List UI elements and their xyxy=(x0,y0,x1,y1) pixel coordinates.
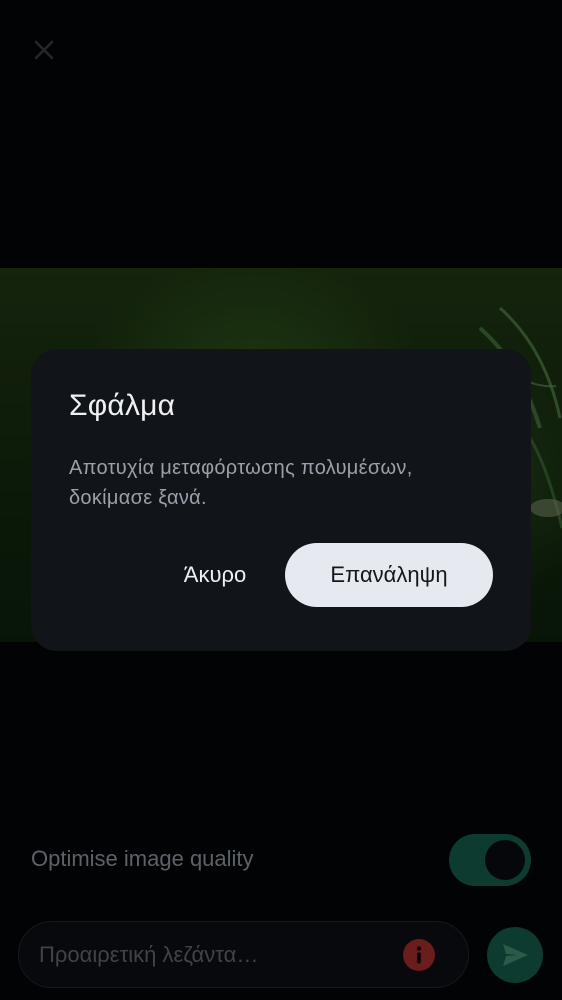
caption-input[interactable] xyxy=(37,922,411,988)
optimise-quality-toggle[interactable] xyxy=(449,834,531,886)
send-icon xyxy=(503,944,528,966)
toggle-thumb xyxy=(485,840,525,880)
optimise-quality-label: Optimise image quality xyxy=(31,846,254,871)
cancel-button[interactable]: Άκυρο xyxy=(161,543,269,607)
send-button[interactable] xyxy=(487,927,543,983)
caption-field xyxy=(18,921,469,988)
retry-button[interactable]: Επανάληψη xyxy=(285,543,493,607)
error-icon xyxy=(403,939,435,971)
dialog-title: Σφάλμα xyxy=(69,389,176,422)
optimise-quality-row: Optimise image quality xyxy=(31,832,531,888)
error-dialog: Σφάλμα Αποτυχία μεταφόρτωσης πολυμέσων, … xyxy=(31,349,531,651)
dialog-message: Αποτυχία μεταφόρτωσης πολυμέσων, δοκίμασ… xyxy=(69,457,413,509)
